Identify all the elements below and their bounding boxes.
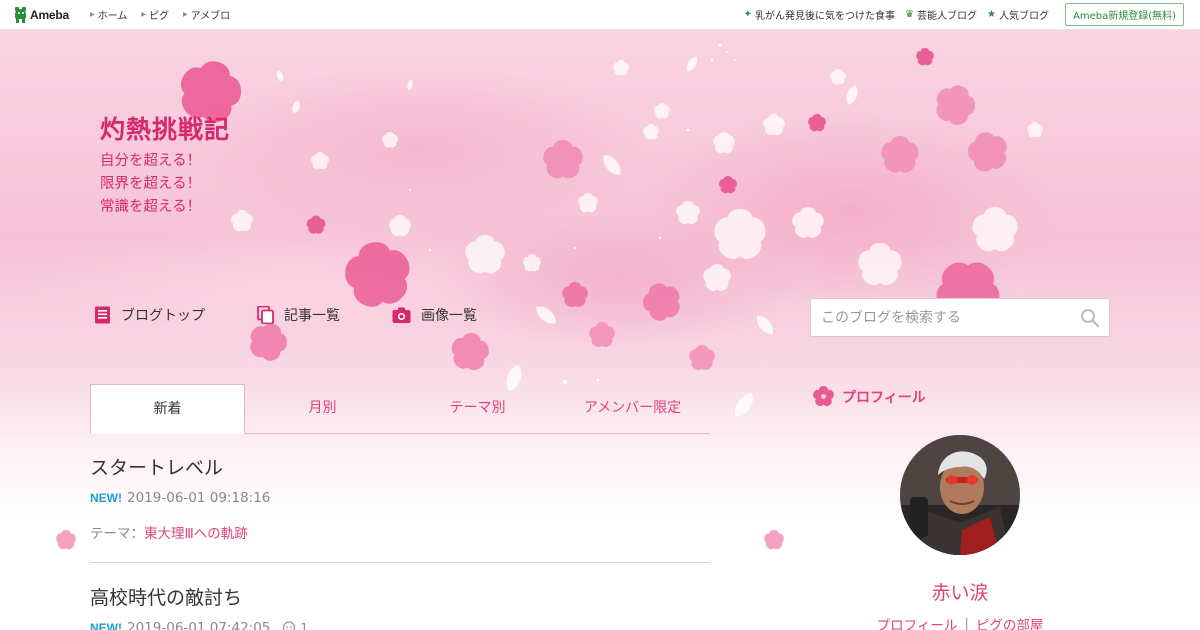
blog-top-label: ブログトップ (121, 308, 205, 324)
comment-count[interactable]: 1 (282, 621, 308, 630)
article-meta: NEW! 2019-06-01 09:18:16 (90, 490, 710, 506)
blog-search-box (810, 298, 1110, 337)
article-list-label: 記事一覧 (284, 308, 340, 324)
logo-text: Ameba (30, 7, 70, 22)
nav-ameblo-link[interactable]: ▶ アメブロ (183, 7, 230, 22)
profile-heading-label: プロフィール (842, 389, 926, 406)
article-item: 高校時代の敵討ち NEW! 2019-06-01 07:42:05 1 (90, 583, 710, 630)
article-meta: NEW! 2019-06-01 07:42:05 1 (90, 620, 710, 630)
avatar-image (900, 435, 1020, 555)
register-button[interactable]: Ameba新規登録(無料) (1064, 3, 1184, 26)
article-date: 2019-06-01 07:42:05 (127, 620, 271, 630)
camera-icon (392, 307, 411, 323)
featured-article-label: 乳がん発見後に気をつけた食事 (755, 11, 896, 22)
theme-link[interactable]: 東大理Ⅲへの軌跡 (144, 526, 248, 542)
nav-pigg-label: ピグ (148, 11, 169, 22)
image-list-label: 画像一覧 (421, 308, 477, 324)
celebrity-blog-link[interactable]: ♛ 芸能人ブログ (905, 7, 977, 22)
tab-new[interactable]: 新着 (90, 384, 245, 434)
new-badge: NEW! (90, 491, 122, 505)
blog-description-line: 自分を超える！ (100, 153, 202, 169)
theme-label: テーマ： (90, 526, 144, 542)
article-tabs: 新着 月別 テーマ別 アメンバー限定 (90, 384, 710, 434)
pigg-room-link[interactable]: ピグの部屋 (976, 614, 1044, 630)
comment-icon (283, 621, 296, 630)
global-nav: ▶ ホーム ▶ ピグ ▶ アメブロ (90, 7, 244, 22)
blog-nav: ブログトップ 記事一覧 画像一覧 (94, 305, 529, 325)
celebrity-blog-label: 芸能人ブログ (917, 11, 978, 22)
crown-icon: ♛ (905, 9, 915, 20)
popular-blog-link[interactable]: ★ 人気ブログ (987, 7, 1049, 22)
global-header: Ameba ▶ ホーム ▶ ピグ ▶ アメブロ ✦ 乳がん発見後に気をつけた食事 ♛ 芸能… (0, 0, 1200, 30)
search-icon[interactable] (1080, 308, 1100, 328)
ameba-logo[interactable]: Ameba (14, 6, 76, 23)
star-icon: ★ (987, 9, 996, 20)
document-icon (95, 306, 110, 324)
separator: | (964, 616, 969, 630)
sakura-icon (813, 385, 834, 407)
nav-home-link[interactable]: ▶ ホーム (90, 7, 127, 22)
profile-link[interactable]: プロフィール (877, 614, 958, 630)
blog-top-link[interactable]: ブログトップ (94, 305, 205, 325)
article-title[interactable]: 高校時代の敵討ち (90, 583, 710, 610)
blog-title[interactable]: 灼熱挑戦記 (100, 110, 230, 146)
tab-amember-only[interactable]: アメンバー限定 (555, 384, 710, 433)
caret-right-icon: ▶ (90, 11, 95, 18)
blog-description: 自分を超える！ 限界を超える！ 常識を超える！ (100, 150, 201, 219)
copy-icon (257, 306, 274, 324)
featured-article-link[interactable]: ✦ 乳がん発見後に気をつけた食事 (744, 7, 895, 22)
sparkle-icon: ✦ (743, 9, 753, 20)
profile-heading: プロフィール (812, 385, 926, 408)
blog-search-input[interactable] (811, 299, 1071, 336)
article-item: スタートレベル NEW! 2019-06-01 09:18:16 テーマ：東大理… (90, 453, 710, 542)
blog-description-line: 限界を超える！ (100, 176, 202, 192)
article-divider (90, 562, 710, 563)
image-list-link[interactable]: 画像一覧 (392, 305, 477, 325)
tab-monthly[interactable]: 月別 (245, 384, 400, 433)
nav-ameblo-label: アメブロ (190, 11, 231, 22)
nav-pigg-link[interactable]: ▶ ピグ (141, 7, 169, 22)
new-badge: NEW! (90, 621, 122, 630)
article-title[interactable]: スタートレベル (90, 453, 710, 480)
comment-count-value: 1 (300, 621, 309, 630)
article-date: 2019-06-01 09:18:16 (127, 490, 271, 506)
blog-description-line: 常識を超える！ (100, 199, 202, 215)
avatar[interactable] (900, 435, 1020, 555)
tab-theme[interactable]: テーマ別 (400, 384, 555, 433)
article-theme: テーマ：東大理Ⅲへの軌跡 (90, 522, 710, 542)
popular-blog-label: 人気ブログ (998, 11, 1049, 22)
global-links: ✦ 乳がん発見後に気をつけた食事 ♛ 芸能人ブログ ★ 人気ブログ Ameba新規登録… (734, 3, 1184, 26)
ameba-mascot-icon (14, 6, 27, 23)
nav-home-label: ホーム (97, 11, 128, 22)
profile-name[interactable]: 赤い涙 (860, 578, 1060, 605)
caret-right-icon: ▶ (182, 11, 188, 18)
article-list-link[interactable]: 記事一覧 (257, 305, 340, 325)
caret-right-icon: ▶ (141, 11, 146, 18)
profile-links: プロフィール | ピグの部屋 (840, 614, 1080, 630)
